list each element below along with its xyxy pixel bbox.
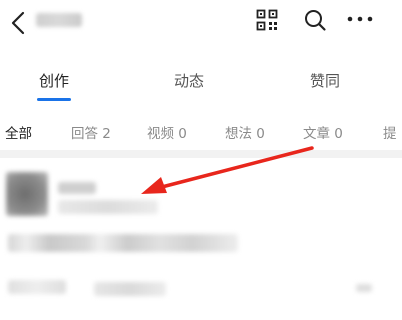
author-name-blurred	[58, 182, 96, 194]
top-bar	[0, 0, 402, 46]
active-tab-indicator	[37, 98, 71, 101]
profile-name-blurred	[36, 13, 82, 27]
tab-activity[interactable]: 动态	[174, 70, 204, 91]
post-stats-blurred-2	[94, 282, 166, 296]
post-text-blurred	[8, 234, 238, 252]
filter-chips: 全部 回答 2 视频 0 想法 0 文章 0 提	[0, 118, 402, 146]
chevron-left-icon[interactable]	[8, 10, 30, 36]
filter-thoughts[interactable]: 想法 0	[225, 122, 265, 142]
search-icon[interactable]	[303, 8, 327, 32]
tab-likes[interactable]: 赞同	[310, 70, 340, 91]
post-menu-blurred[interactable]	[356, 284, 372, 292]
more-horizontal-icon[interactable]	[346, 14, 374, 24]
annotation-arrow-icon	[141, 146, 314, 194]
filter-all[interactable]: 全部	[5, 122, 32, 142]
avatar-blurred	[6, 172, 48, 216]
filter-videos[interactable]: 视频 0	[147, 122, 187, 142]
tab-creation[interactable]: 创作	[39, 70, 69, 91]
author-meta-blurred	[58, 200, 158, 214]
post-stats-blurred	[8, 280, 66, 294]
filter-more-cut[interactable]: 提	[383, 122, 397, 142]
filter-answers[interactable]: 回答 2	[71, 122, 111, 142]
qr-code-icon[interactable]	[256, 9, 278, 31]
filter-articles[interactable]: 文章 0	[303, 122, 343, 142]
section-divider	[0, 150, 402, 158]
